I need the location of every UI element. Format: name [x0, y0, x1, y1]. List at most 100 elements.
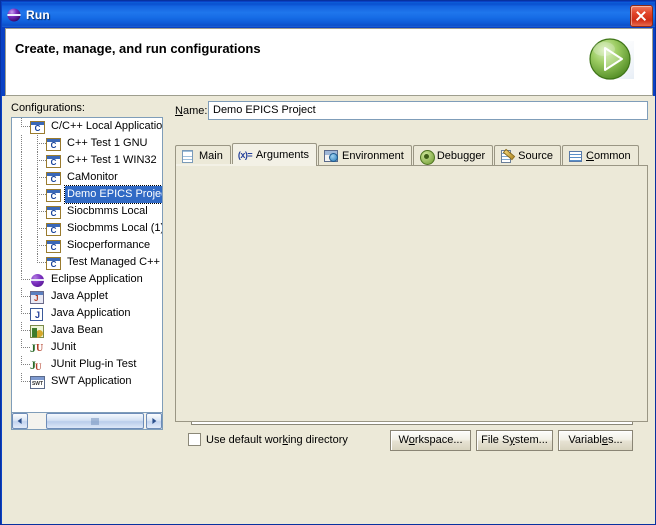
name-input[interactable]: Demo EPICS Project — [208, 101, 648, 120]
tab-main[interactable]: Main — [175, 145, 231, 166]
tree-item-label: Eclipse Application — [51, 273, 143, 285]
c-cpp-icon: C — [46, 170, 62, 186]
tree-item[interactable]: SWT Application — [12, 373, 162, 390]
tree-connector — [30, 203, 46, 220]
window-title: Run — [26, 7, 50, 22]
tree-item[interactable]: Eclipse Application — [12, 271, 162, 288]
tree-item[interactable]: C C/C++ Local Application — [12, 118, 162, 135]
tree-item[interactable]: C Siocbmms Local (1) — [12, 220, 162, 237]
tree-connector — [14, 373, 30, 390]
tab-environment[interactable]: Environment — [318, 145, 412, 166]
tree-connector — [30, 152, 46, 169]
tree-item-label: Siocbmms Local — [67, 205, 148, 217]
tree-item[interactable]: Java Application — [12, 305, 162, 322]
tree-connector — [30, 237, 46, 254]
tab-debugger[interactable]: Debugger — [412, 145, 494, 166]
scroll-left-icon[interactable] — [12, 413, 28, 429]
file-system-button[interactable]: File System... — [476, 430, 553, 451]
tree-item-label: Siocbmms Local (1) — [67, 222, 163, 234]
tree-line — [14, 254, 30, 271]
use-default-working-directory-label: Use default working directory — [206, 433, 348, 446]
tree-connector — [30, 169, 46, 186]
run-configurations-dialog: Run Create, manage, and run configuratio… — [0, 0, 656, 525]
scrollbar-thumb[interactable] — [46, 413, 144, 429]
tree-item[interactable]: Java Applet — [12, 288, 162, 305]
tree-line — [14, 237, 30, 254]
tree-item[interactable]: C Test Managed C++ — [12, 254, 162, 271]
tree-item[interactable]: C Siocbmms Local — [12, 203, 162, 220]
eclipse-icon — [30, 272, 46, 288]
workspace-button[interactable]: Workspace... — [390, 430, 471, 451]
tree-item-label: JUnit — [51, 341, 77, 353]
configurations-label: Configurations: — [11, 102, 85, 114]
tree-connector — [14, 356, 30, 373]
tab-label: Source — [518, 150, 553, 162]
c-cpp-icon: C — [46, 204, 62, 220]
tree-connector — [14, 339, 30, 356]
tree-item[interactable]: JUnit Plug-in Test — [12, 356, 162, 373]
tree-line — [14, 203, 30, 220]
c-cpp-icon: C — [46, 221, 62, 237]
tab-panel — [175, 165, 648, 422]
java-bean-icon — [30, 323, 46, 339]
tab-label: Arguments — [255, 149, 310, 161]
tree-item-label: C++ Test 1 GNU — [67, 137, 148, 149]
bug-icon — [419, 149, 435, 165]
title-bar: Run — [2, 2, 655, 27]
environment-icon — [324, 149, 339, 163]
c-cpp-icon: C — [46, 136, 62, 152]
file-system-button-label: File System... — [481, 434, 548, 446]
swt-icon — [30, 374, 46, 390]
configurations-tree[interactable]: C C/C++ Local Application C C++ Test 1 GNU C… — [11, 117, 163, 413]
name-label: Name: — [175, 105, 208, 117]
tree-connector — [14, 271, 30, 288]
tree-item-label: Java Applet — [51, 290, 108, 302]
tree-item[interactable]: JUnit — [12, 339, 162, 356]
scrollbar-track[interactable] — [28, 413, 146, 429]
c-cpp-icon: C — [46, 238, 62, 254]
tree-line — [14, 152, 30, 169]
green-run-play-icon — [584, 33, 640, 89]
junit-icon — [30, 340, 46, 356]
use-default-working-directory-checkbox[interactable]: Use default working directory — [188, 433, 348, 446]
active-tab-seam — [176, 164, 267, 166]
tree-item[interactable]: Java Bean — [12, 322, 162, 339]
tree-horizontal-scrollbar[interactable] — [11, 413, 163, 430]
document-icon — [181, 149, 195, 163]
tab-arguments[interactable]: (x)= Arguments — [231, 143, 318, 166]
tree-connector — [14, 118, 30, 135]
junit-plugin-icon — [30, 357, 46, 373]
variables-button-workdir[interactable]: Variables... — [558, 430, 633, 451]
tree-item-label: Siocperformance — [67, 239, 151, 251]
tree-item[interactable]: C CaMonitor — [12, 169, 162, 186]
scroll-right-icon[interactable] — [146, 413, 162, 429]
tree-item-label: JUnit Plug-in Test — [51, 358, 137, 370]
tree-connector — [30, 186, 46, 203]
tree-line — [14, 220, 30, 237]
tree-connector — [14, 322, 30, 339]
c-cpp-icon: C — [30, 119, 46, 135]
tree-item-label: Test Managed C++ — [67, 256, 160, 268]
java-application-icon — [30, 306, 46, 322]
tree-item[interactable]: C Demo EPICS Project — [12, 185, 162, 204]
checkbox-box[interactable] — [188, 433, 201, 446]
tree-line — [14, 169, 30, 186]
close-icon[interactable] — [630, 5, 653, 27]
tree-item[interactable]: C C++ Test 1 WIN32 — [12, 152, 162, 169]
tab-common[interactable]: Common — [562, 145, 639, 166]
tab-source[interactable]: Source — [494, 145, 561, 166]
list-icon — [568, 149, 582, 163]
dialog-header: Create, manage, and run configurations — [5, 28, 653, 96]
variable-icon: (x)= — [237, 150, 253, 160]
page-title: Create, manage, and run configurations — [15, 41, 261, 56]
tree-line — [14, 135, 30, 152]
tree-item[interactable]: C C++ Test 1 GNU — [12, 135, 162, 152]
tree-connector — [14, 288, 30, 305]
workspace-button-label: Workspace... — [398, 434, 463, 446]
dialog-body: Configurations: C C/C++ Local Application… — [2, 96, 655, 524]
tab-label: Debugger — [436, 150, 486, 162]
tab-label: Main — [199, 150, 223, 162]
tree-item-label: C++ Test 1 WIN32 — [67, 154, 157, 166]
tree-item[interactable]: C Siocperformance — [12, 237, 162, 254]
tab-label: Common — [586, 150, 631, 162]
